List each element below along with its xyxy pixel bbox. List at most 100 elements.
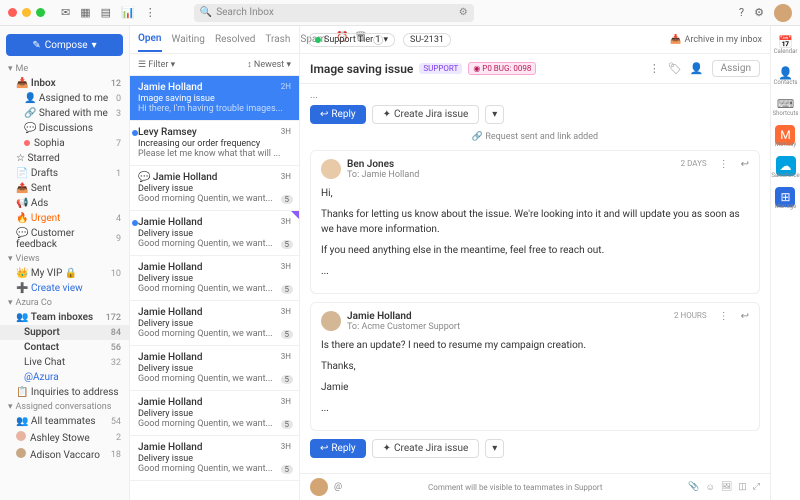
ticket-pill[interactable]: SU-2131 [403, 33, 451, 47]
filter-button[interactable]: ☰ Filter ▾ [138, 60, 175, 70]
conversation-item[interactable]: Jamie Holland3HDelivery issueGood mornin… [130, 391, 299, 436]
assign-button[interactable]: Assign [712, 60, 760, 77]
titlebar: ✉ ▦ ▤ 📊 ⋮ 🔍 Search Inbox ⚙ ? ⚙ [0, 0, 800, 26]
user-avatar[interactable] [774, 4, 792, 22]
composer-avatar [310, 478, 328, 496]
settings-icon[interactable]: ⚙ [754, 6, 764, 19]
mention-icon[interactable]: @ [334, 482, 342, 492]
nav-customer-feedback[interactable]: 💬 Customer feedback9 [0, 226, 129, 252]
more-icon[interactable]: ⋮ [145, 6, 156, 19]
nav-discussions[interactable]: 💬 Discussions [0, 121, 129, 136]
tier-pill[interactable]: Support Tier 1 ▾ [308, 33, 395, 47]
message-reply-icon[interactable]: ↩ [741, 159, 749, 170]
expand-icon[interactable]: ⤢ [753, 482, 760, 493]
maximize-window[interactable] [36, 8, 45, 17]
nav-starred[interactable]: ☆ Starred [0, 151, 129, 166]
section-assigned[interactable]: ▾ Assigned conversations [0, 400, 129, 414]
nav-inbox[interactable]: 📥 Inbox12 [0, 76, 129, 91]
sender-name: Ben Jones [347, 159, 394, 170]
count-badge: 5 [281, 195, 294, 204]
section-azura[interactable]: ▾ Azura Co [0, 296, 129, 310]
nav-sophia[interactable]: Sophia7 [0, 136, 129, 151]
composer[interactable]: @ Comment will be visible to teammates i… [300, 473, 770, 500]
archive-button[interactable]: 📥 Archive in my inbox [670, 35, 762, 45]
jira-button-2[interactable]: ✦ Create Jira issue [372, 439, 480, 458]
analytics-icon[interactable]: 📊 [121, 6, 135, 19]
nav-my-vip[interactable]: 👑 My VIP 🔒10 [0, 266, 129, 281]
rail-label: Calendar [774, 48, 798, 55]
nav-assigned-to-me[interactable]: 👤 Assigned to me0 [0, 91, 129, 106]
reply-button[interactable]: ↩ Reply [310, 105, 366, 124]
edit-icon: ✎ [32, 40, 40, 51]
minimize-window[interactable] [22, 8, 31, 17]
message: Jamie Holland To: Acme Customer Support2… [310, 302, 760, 431]
compose-button[interactable]: ✎ Compose ▾ [6, 34, 123, 56]
nav-adison-vaccaro[interactable]: Adison Vaccaro18 [0, 446, 129, 463]
nav-sent[interactable]: 📤 Sent [0, 181, 129, 196]
tab-trash[interactable]: Trash [265, 28, 290, 51]
message-body: Hi,Thanks for letting us know about the … [321, 186, 749, 279]
nav-live-chat[interactable]: Live Chat32 [0, 355, 129, 370]
tab-waiting[interactable]: Waiting [172, 28, 205, 51]
recipient: To: Acme Customer Support [347, 322, 668, 332]
conversation-item[interactable]: Jamie Holland2HImage saving issueHi ther… [130, 76, 299, 121]
close-window[interactable] [8, 8, 17, 17]
message-time: 2 HOURS [674, 311, 707, 320]
conversation-item[interactable]: 💬 Jamie Holland3HDelivery issueGood morn… [130, 166, 299, 211]
sort-button[interactable]: ↕ Newest ▾ [247, 59, 291, 70]
rail-label: Manage [775, 203, 797, 210]
more-actions[interactable]: ▾ [485, 105, 504, 124]
section-me[interactable]: ▾ Me [0, 62, 129, 76]
attach-icon[interactable]: 📎 [688, 482, 699, 493]
unread-dot [132, 130, 138, 136]
bug-tag[interactable]: ◉ P0 BUG: 0098 [468, 62, 536, 75]
system-message: 🔗 Request sent and link added [310, 132, 760, 142]
help-icon[interactable]: ? [739, 6, 744, 19]
message-reply-icon[interactable]: ↩ [741, 311, 749, 322]
jira-button[interactable]: ✦ Create Jira issue [372, 105, 480, 124]
filter-icon[interactable]: ⚙ [459, 7, 468, 18]
nav-inquiries-to-address[interactable]: 📋 Inquiries to address [0, 385, 129, 400]
tasks-icon[interactable]: ▤ [101, 6, 111, 19]
rail-label: Contacts [773, 79, 797, 86]
gif-icon[interactable]: ◫ [738, 482, 747, 493]
nav-ashley-stowe[interactable]: Ashley Stowe2 [0, 429, 129, 446]
section-views[interactable]: ▾ Views [0, 252, 129, 266]
image-icon[interactable]: 🖼 [721, 482, 732, 493]
nav-@azura[interactable]: @Azura [0, 370, 129, 385]
conversation-item[interactable]: Jamie Holland3HDelivery issueGood mornin… [130, 436, 299, 481]
nav-contact[interactable]: Contact56 [0, 340, 129, 355]
message-more[interactable]: ⋮ [719, 311, 729, 322]
nav-urgent[interactable]: 🔥 Urgent4 [0, 211, 129, 226]
emoji-icon[interactable]: ☺ [706, 482, 715, 493]
nav-support[interactable]: Support84 [0, 325, 129, 340]
conversation-item[interactable]: Jamie Holland3HDelivery issueGood mornin… [130, 346, 299, 391]
tab-open[interactable]: Open [138, 27, 162, 52]
conversation-item[interactable]: Jamie Holland3HDelivery issueGood mornin… [130, 211, 299, 256]
more-actions-2[interactable]: ▾ [485, 439, 504, 458]
nav-team-inboxes[interactable]: 👥 Team inboxes172 [0, 310, 129, 325]
conversation-item[interactable]: Levy Ramsey3HIncreasing our order freque… [130, 121, 299, 166]
user-icon[interactable]: 👤 [690, 62, 704, 75]
titlebar-icons: ✉ ▦ ▤ 📊 ⋮ [61, 6, 156, 19]
more-icon[interactable]: ⋮ [649, 62, 660, 75]
nav-ads[interactable]: 📢 Ads [0, 196, 129, 211]
nav-drafts[interactable]: 📄 Drafts1 [0, 166, 129, 181]
search-input[interactable]: 🔍 Search Inbox ⚙ [194, 4, 474, 22]
nav-shared-with-me[interactable]: 🔗 Shared with me3 [0, 106, 129, 121]
tag-icon[interactable]: 🏷 [668, 62, 682, 75]
titlebar-right: ? ⚙ [739, 4, 792, 22]
tab-resolved[interactable]: Resolved [215, 28, 255, 51]
conversation-item[interactable]: Jamie Holland3HDelivery issueGood mornin… [130, 301, 299, 346]
support-tag[interactable]: SUPPORT [419, 63, 462, 74]
search-placeholder: Search Inbox [216, 7, 274, 18]
nav-create-view[interactable]: ➕ Create view [0, 281, 129, 296]
search-icon: 🔍 [200, 7, 212, 18]
nav-all-teammates[interactable]: 👥 All teammates54 [0, 414, 129, 429]
message-more[interactable]: ⋮ [719, 159, 729, 170]
conversation-item[interactable]: Jamie Holland3HDelivery issueGood mornin… [130, 256, 299, 301]
compose-label: Compose [45, 40, 88, 51]
calendar-icon[interactable]: ▦ [80, 6, 90, 19]
inbox-icon[interactable]: ✉ [61, 6, 70, 19]
reply-button-2[interactable]: ↩ Reply [310, 439, 366, 458]
